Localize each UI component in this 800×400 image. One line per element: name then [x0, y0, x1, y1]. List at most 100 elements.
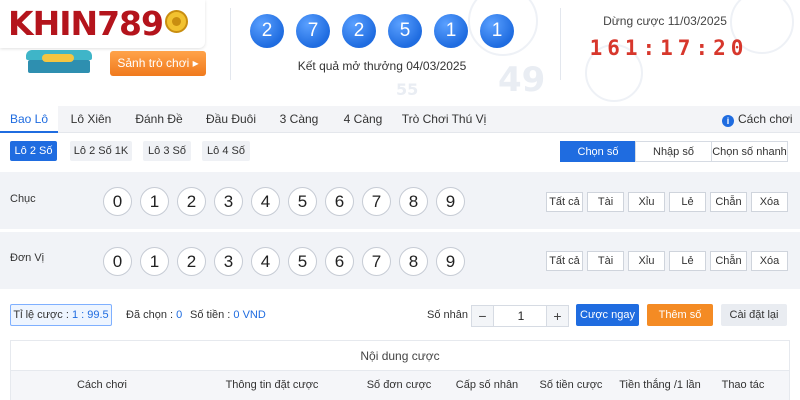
tab-danh-de[interactable]: Đánh Đề: [128, 106, 190, 133]
quick-select-big[interactable]: Tài: [587, 251, 624, 271]
mode-enter-number[interactable]: Nhập số: [635, 141, 712, 162]
number-ball[interactable]: 5: [288, 247, 317, 276]
header: 49 55 KHIN789 Sảnh trò chơi ▸ 2 7 2 5 1 …: [0, 0, 800, 106]
mode-choose-number[interactable]: Chọn số: [560, 141, 636, 162]
selected-label: Đã chọn :: [126, 309, 177, 321]
multiplier-stepper: − +: [471, 305, 569, 327]
number-ball[interactable]: 0: [103, 247, 132, 276]
subtab-lo-4-so[interactable]: Lô 4 Số: [202, 141, 250, 161]
odds-ratio-label: Tỉ lệ cược :: [13, 309, 72, 321]
selected-count: Đã chọn : 0: [126, 309, 182, 321]
game-lobby-button[interactable]: Sảnh trò chơi ▸: [110, 51, 206, 76]
bet-now-button[interactable]: Cược ngay: [576, 304, 639, 326]
how-to-play-link[interactable]: i Cách chơi: [722, 112, 793, 127]
number-ball[interactable]: 8: [399, 187, 428, 216]
odds-ratio-badge: Tỉ lệ cược : 1 : 99.5: [10, 304, 112, 326]
number-ball[interactable]: 3: [214, 247, 243, 276]
number-ball[interactable]: 1: [140, 247, 169, 276]
number-ball[interactable]: 2: [177, 187, 206, 216]
quick-clear[interactable]: Xóa: [751, 251, 788, 271]
treasure-chest-icon: [24, 50, 94, 74]
tab-lo-xien[interactable]: Lô Xiên: [62, 106, 120, 133]
table-title: Nội dung cược: [11, 341, 789, 371]
logo[interactable]: KHIN789: [0, 0, 205, 48]
quick-select-odd[interactable]: Lẻ: [669, 251, 706, 271]
quick-clear[interactable]: Xóa: [751, 192, 788, 212]
number-ball[interactable]: 3: [214, 187, 243, 216]
result-ball: 1: [480, 14, 514, 48]
column-header: Cách chơi: [76, 379, 127, 391]
subtab-lo-3-so[interactable]: Lô 3 Số: [143, 141, 191, 161]
number-ball[interactable]: 6: [325, 247, 354, 276]
decrement-button[interactable]: −: [472, 306, 494, 326]
selected-value: 0: [176, 309, 183, 321]
quick-select-small[interactable]: Xỉu: [628, 192, 665, 212]
number-ball[interactable]: 2: [177, 247, 206, 276]
odds-ratio-value: 1 : 99.5: [71, 309, 109, 321]
column-header: Số đơn cược: [366, 379, 432, 391]
column-header: Thông tin đặt cược: [225, 379, 319, 391]
quick-select-small[interactable]: Xỉu: [628, 251, 665, 271]
tab-3-cang[interactable]: 3 Càng: [272, 106, 326, 133]
tab-bao-lo[interactable]: Bao Lô: [0, 106, 58, 133]
amount-label: Số tiền :: [190, 309, 234, 321]
tab-dau-duoi[interactable]: Đầu Đuôi: [198, 106, 264, 133]
amount-value: 0 VND: [233, 309, 266, 321]
table-header: Cách chơi Thông tin đặt cược Số đơn cược…: [11, 371, 789, 400]
number-ball[interactable]: 4: [251, 247, 280, 276]
how-to-play-label: Cách chơi: [738, 112, 793, 126]
subtab-lo-2-so[interactable]: Lô 2 Số: [10, 141, 57, 161]
row-label: Chục: [10, 193, 36, 205]
watermark-number: 55: [396, 80, 419, 99]
lottery-page: 49 55 KHIN789 Sảnh trò chơi ▸ 2 7 2 5 1 …: [0, 0, 800, 400]
number-ball[interactable]: 9: [436, 187, 465, 216]
result-label: Kết quả mở thưởng 04/03/2025: [297, 59, 467, 73]
subtab-lo-2-so-1k[interactable]: Lô 2 Số 1K: [70, 141, 132, 161]
increment-button[interactable]: +: [546, 306, 568, 326]
bet-amount: Số tiền : 0 VND: [190, 309, 266, 321]
result-ball: 1: [434, 14, 468, 48]
digit-row-tens: Chục 0 1 2 3 4 5 6 7 8 9 Tất cả Tài Xỉu …: [0, 172, 800, 229]
quick-select-even[interactable]: Chẵn: [710, 192, 747, 212]
column-header: Cấp số nhân: [455, 379, 519, 391]
add-number-button[interactable]: Thêm số: [647, 304, 713, 326]
bet-content-table: Nội dung cược Cách chơi Thông tin đặt cư…: [10, 340, 790, 400]
multiplier-input[interactable]: [495, 306, 547, 326]
reset-button[interactable]: Cài đặt lại: [721, 304, 787, 326]
number-ball[interactable]: 7: [362, 247, 391, 276]
row-label: Đơn Vị: [10, 252, 45, 264]
watermark-number: 49: [498, 60, 546, 100]
multiplier-label: Số nhân :: [427, 309, 475, 321]
number-ball[interactable]: 5: [288, 187, 317, 216]
number-ball[interactable]: 8: [399, 247, 428, 276]
divider: [560, 8, 561, 80]
tab-4-cang[interactable]: 4 Càng: [336, 106, 390, 133]
quick-select-big[interactable]: Tài: [587, 192, 624, 212]
number-ball[interactable]: 1: [140, 187, 169, 216]
result-ball: 2: [250, 14, 284, 48]
lottery-ball-icon: [165, 10, 188, 33]
quick-select-all[interactable]: Tất cả: [546, 251, 583, 271]
result-ball: 7: [296, 14, 330, 48]
number-ball[interactable]: 9: [436, 247, 465, 276]
countdown-timer: 161:17:20: [589, 36, 749, 60]
result-ball: 2: [342, 14, 376, 48]
logo-text: KHIN789: [8, 4, 164, 43]
number-ball[interactable]: 0: [103, 187, 132, 216]
mode-quick-choose[interactable]: Chọn số nhanh: [711, 141, 788, 162]
tab-tro-choi-thu-vi[interactable]: Trò Chơi Thú Vị: [400, 106, 488, 133]
column-header: Thao tác: [721, 379, 765, 391]
divider: [230, 8, 231, 80]
number-ball[interactable]: 7: [362, 187, 391, 216]
quick-select-odd[interactable]: Lẻ: [669, 192, 706, 212]
column-header: Số tiền cược: [539, 379, 603, 391]
digit-row-units: Đơn Vị 0 1 2 3 4 5 6 7 8 9 Tất cả Tài Xỉ…: [0, 232, 800, 289]
deadline-label: Dừng cược 11/03/2025: [603, 14, 727, 28]
number-ball[interactable]: 6: [325, 187, 354, 216]
result-ball: 5: [388, 14, 422, 48]
quick-select-all[interactable]: Tất cả: [546, 192, 583, 212]
column-header: Tiền thắng /1 lần: [619, 379, 701, 391]
number-ball[interactable]: 4: [251, 187, 280, 216]
quick-select-even[interactable]: Chẵn: [710, 251, 747, 271]
info-icon: i: [722, 115, 734, 127]
